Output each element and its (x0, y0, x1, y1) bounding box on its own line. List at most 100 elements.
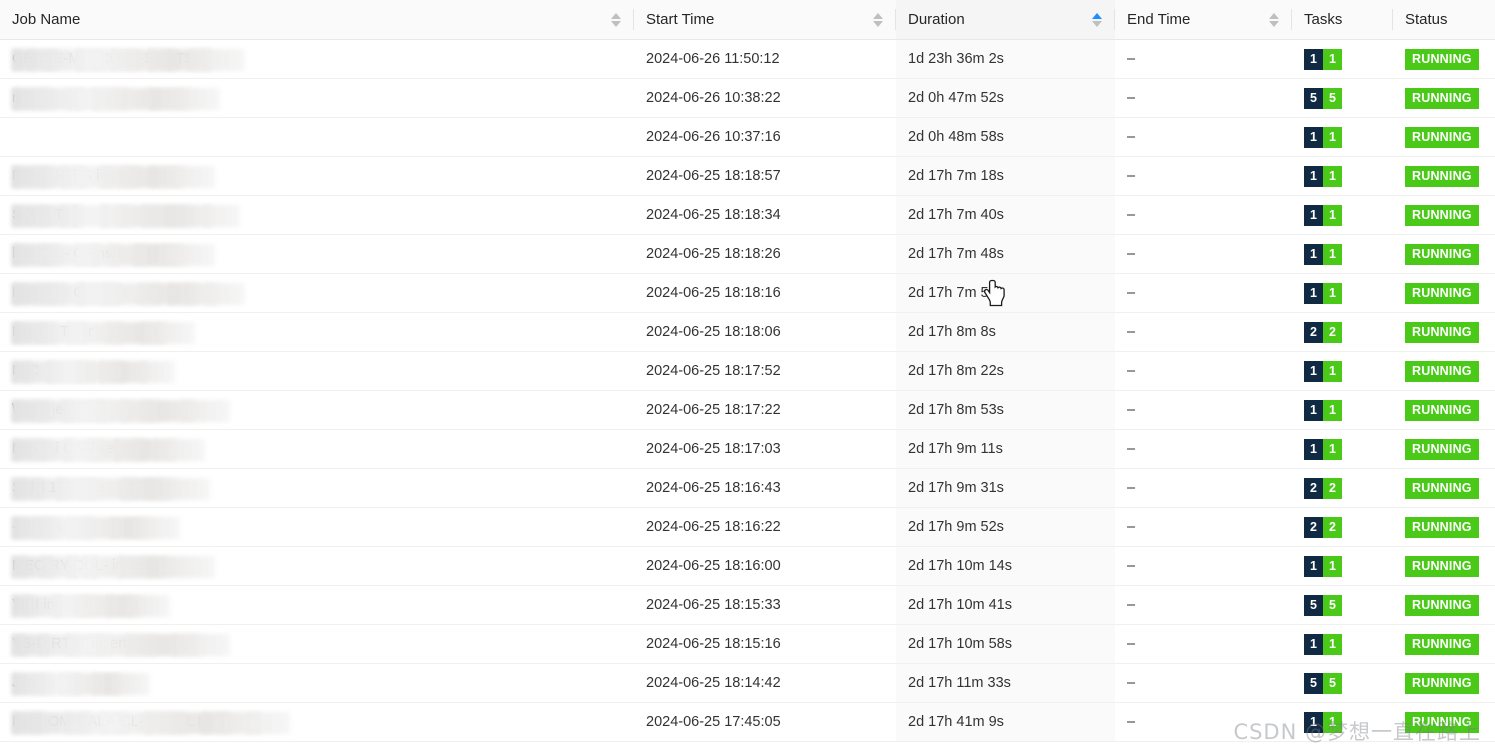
table-row[interactable]: M / D - T-i sr 2024-06-25 18:18:06 2d 17h … (0, 312, 1495, 352)
table-row[interactable]: M S Y-i C V-hser 2024-06-25 18:17:03 2d 17… (0, 429, 1495, 469)
cell-job-name[interactable]: S- BI 1EI J r e (0, 468, 634, 508)
job-name-text[interactable]: -S9 C s (12, 517, 180, 539)
end-time-empty-dash: – (1127, 480, 1136, 496)
job-name-text[interactable]: M C. RG OI (12, 283, 245, 305)
sort-toggle-start-time-icon[interactable] (872, 12, 884, 27)
job-name-text[interactable]: S-X S T : (12, 205, 240, 227)
cell-job-name[interactable]: J inser (0, 663, 634, 703)
job-name-text[interactable]: Y-BI inse (12, 595, 170, 617)
cell-job-name[interactable] (0, 117, 634, 157)
tasks-badge[interactable]: 11 (1304, 48, 1342, 70)
job-name-text[interactable]: h S OC - CF nsrt (12, 244, 215, 266)
cell-start-time: 2024-06-25 18:16:00 (634, 546, 896, 586)
status-badge: RUNNING (1405, 711, 1479, 733)
tasks-badge[interactable]: 22 (1304, 477, 1342, 499)
table-row[interactable]: M S-X -RES insrt 2024-06-25 18:18:57 2d 17… (0, 156, 1495, 196)
table-body: GRASE-MIX-COAL-SPLITS-i 2024-06-26 11:50:… (0, 39, 1495, 742)
cell-duration: 2d 17h 7m 40s (896, 195, 1115, 235)
cell-job-name[interactable]: S-X S T : (0, 195, 634, 235)
column-header-start-time[interactable]: Start Time (634, 0, 896, 40)
tasks-badge[interactable]: 22 (1304, 321, 1342, 343)
sort-toggle-end-time-icon[interactable] (1268, 12, 1280, 27)
tasks-badge[interactable]: 22 (1304, 516, 1342, 538)
tasks-badge[interactable]: 11 (1304, 360, 1342, 382)
end-time-empty-dash: – (1127, 363, 1136, 379)
sort-toggle-duration-icon[interactable] (1091, 12, 1103, 27)
tasks-badge[interactable]: 55 (1304, 672, 1342, 694)
table-row[interactable]: \ CT-inert 2024-06-25 18:17:22 2d 17h 8m 5… (0, 390, 1495, 430)
tasks-badge[interactable]: 11 (1304, 438, 1342, 460)
cell-job-name[interactable]: M S-X -RES insrt (0, 156, 634, 196)
table-row[interactable]: M C. RG OI 2024-06-25 18:18:16 2d 17h 7m 5… (0, 273, 1495, 313)
cell-job-name[interactable]: -S9 C s (0, 507, 634, 547)
tasks-badge[interactable]: 11 (1304, 243, 1342, 265)
job-name-text[interactable]: rt (12, 88, 220, 110)
job-name-text[interactable]: YS-D RT IT insert (12, 634, 230, 656)
table-row[interactable]: YS-D RT IT insert 2024-06-25 18:15:16 2d 1… (0, 624, 1495, 664)
tasks-badge[interactable]: 11 (1304, 633, 1342, 655)
table-row[interactable]: GRASE-MIX-COAL-SPLITS-i 2024-06-26 11:50:… (0, 39, 1495, 79)
table-row[interactable]: S-X S T : 2024-06-25 18:18:34 2d 17h 7m 40… (0, 195, 1495, 235)
tasks-total-count: 2 (1304, 477, 1323, 499)
job-name-text[interactable]: \ CT-inert (12, 400, 230, 422)
cell-job-name[interactable]: YS-D RT IT insert (0, 624, 634, 664)
cell-start-time: 2024-06-25 18:17:22 (634, 390, 896, 430)
tasks-badge[interactable]: 55 (1304, 594, 1342, 616)
column-header-duration[interactable]: Duration (896, 0, 1115, 40)
job-name-text[interactable]: M S Y-i C V-hser (12, 439, 205, 461)
cell-start-time: 2024-06-25 18:17:52 (634, 351, 896, 391)
column-header-job-name[interactable]: Job Name (0, 0, 634, 40)
status-badge: RUNNING (1405, 48, 1479, 70)
sort-toggle-job-name-icon[interactable] (610, 12, 622, 27)
job-name-text[interactable]: M S-X -RES insrt (12, 166, 215, 188)
table-row[interactable]: h S OC - CF nsrt 2024-06-25 18:18:26 2d 17… (0, 234, 1495, 274)
redaction-overlay (12, 517, 180, 539)
cell-job-name[interactable]: \ CT-inert (0, 390, 634, 430)
job-name-text[interactable]: S- BI 1EI J r e (12, 478, 210, 500)
table-row[interactable]: J inser 2024-06-25 18:14:42 2d 17h 11m 33s… (0, 663, 1495, 703)
cell-status: RUNNING (1393, 78, 1495, 118)
tasks-badge[interactable]: 11 (1304, 165, 1342, 187)
table-row[interactable]: MEC-RY-COL- insert 2024-06-25 18:16:00 2d … (0, 546, 1495, 586)
cell-job-name[interactable]: M S Y-i C V-hser (0, 429, 634, 469)
redaction-overlay (12, 556, 215, 578)
cell-status: RUNNING (1393, 507, 1495, 547)
cell-tasks: 11 (1292, 624, 1393, 664)
cell-job-name[interactable]: M C. RG OI (0, 273, 634, 313)
table-row[interactable]: rt 2024-06-26 10:38:22 2d 0h 47m 52s – 5 5 RUN… (0, 78, 1495, 118)
tasks-badge[interactable]: 11 (1304, 399, 1342, 421)
tasks-badge[interactable]: 55 (1304, 87, 1342, 109)
table-row[interactable]: 2024-06-26 10:37:16 2d 0h 48m 58s – 1 1 RUNNI… (0, 117, 1495, 157)
job-name-text[interactable]: J inser (12, 673, 150, 695)
cell-job-name[interactable]: MEC-RY-COL- insert (0, 546, 634, 586)
tasks-badge[interactable]: 11 (1304, 204, 1342, 226)
table-row[interactable]: S- BI 1EI J r e 2024-06-25 18:16:43 2d 17h… (0, 468, 1495, 508)
tasks-badge[interactable]: 11 (1304, 126, 1342, 148)
column-header-end-time[interactable]: End Time (1115, 0, 1292, 40)
job-name-text[interactable]: GRASE-MIX-COAL-SPLITS-i (12, 49, 245, 71)
cell-job-name[interactable]: rt (0, 78, 634, 118)
tasks-running-count: 1 (1323, 48, 1342, 70)
table-row[interactable]: Y-BI inse 2024-06-25 18:15:33 2d 17h 10m 4… (0, 585, 1495, 625)
cell-duration: 2d 17h 10m 41s (896, 585, 1115, 625)
tasks-running-count: 1 (1323, 204, 1342, 226)
tasks-badge[interactable]: 11 (1304, 711, 1342, 733)
cell-tasks: 55 (1292, 585, 1393, 625)
table-row[interactable]: MA COM-GALA-CL-DETAIL t 2024-06-25 17:45:… (0, 702, 1495, 742)
cell-job-name[interactable]: M C (0, 351, 634, 391)
job-name-text[interactable]: MA COM-GALA-CL-DETAIL t (12, 712, 290, 734)
table-row[interactable]: M C 2024-06-25 18:17:52 2d 17h 8m 22s – 1 1 RU… (0, 351, 1495, 391)
cell-job-name[interactable]: GRASE-MIX-COAL-SPLITS-i (0, 39, 634, 79)
tasks-total-count: 5 (1304, 594, 1323, 616)
cell-job-name[interactable]: M / D - T-i sr (0, 312, 634, 352)
cell-job-name[interactable]: Y-BI inse (0, 585, 634, 625)
table-row[interactable]: -S9 C s 2024-06-25 18:16:22 2d 17h 9m 52s –… (0, 507, 1495, 547)
job-name-text[interactable]: M C (12, 361, 175, 383)
tasks-badge[interactable]: 11 (1304, 282, 1342, 304)
job-name-text[interactable]: MEC-RY-COL- insert (12, 556, 215, 578)
cell-job-name[interactable]: h S OC - CF nsrt (0, 234, 634, 274)
job-name-text[interactable]: M / D - T-i sr (12, 322, 195, 344)
cell-job-name[interactable]: MA COM-GALA-CL-DETAIL t (0, 702, 634, 742)
redaction-overlay (12, 49, 245, 71)
tasks-badge[interactable]: 11 (1304, 555, 1342, 577)
